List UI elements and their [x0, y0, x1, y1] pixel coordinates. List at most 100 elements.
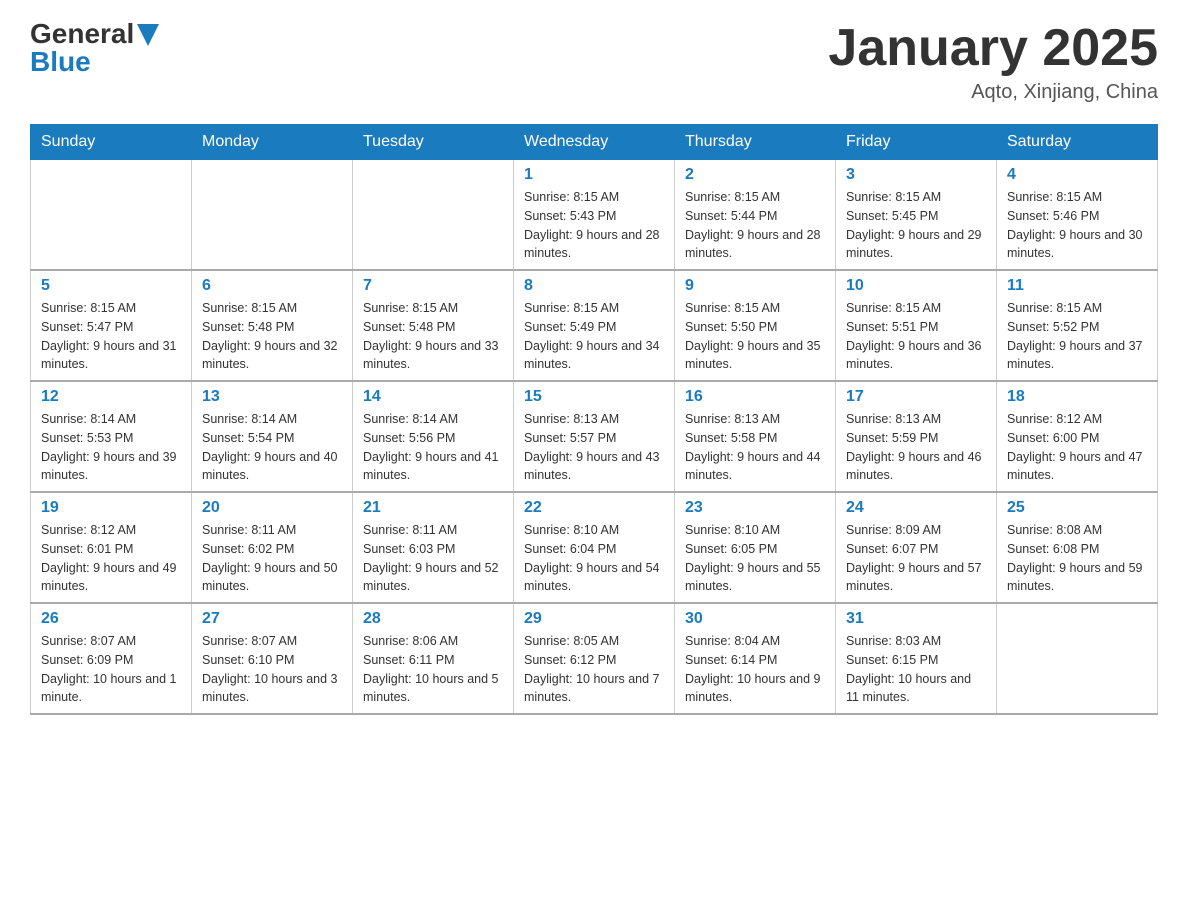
day-number: 14	[363, 388, 503, 406]
day-number: 18	[1007, 388, 1147, 406]
day-info: Sunrise: 8:08 AMSunset: 6:08 PMDaylight:…	[1007, 521, 1147, 596]
calendar-cell	[192, 160, 353, 271]
day-number: 3	[846, 166, 986, 184]
day-number: 11	[1007, 277, 1147, 295]
calendar-cell: 29 Sunrise: 8:05 AMSunset: 6:12 PMDayligh…	[514, 603, 675, 714]
calendar-cell: 4 Sunrise: 8:15 AMSunset: 5:46 PMDaylight…	[997, 160, 1158, 271]
calendar-week-3: 12 Sunrise: 8:14 AMSunset: 5:53 PMDayligh…	[31, 381, 1158, 492]
day-info: Sunrise: 8:10 AMSunset: 6:05 PMDaylight:…	[685, 521, 825, 596]
day-number: 15	[524, 388, 664, 406]
day-number: 23	[685, 499, 825, 517]
day-number: 1	[524, 166, 664, 184]
logo-general-text: General	[30, 20, 134, 48]
calendar-cell: 12 Sunrise: 8:14 AMSunset: 5:53 PMDayligh…	[31, 381, 192, 492]
day-number: 12	[41, 388, 181, 406]
day-info: Sunrise: 8:15 AMSunset: 5:48 PMDaylight:…	[202, 299, 342, 374]
day-info: Sunrise: 8:06 AMSunset: 6:11 PMDaylight:…	[363, 632, 503, 707]
day-number: 20	[202, 499, 342, 517]
calendar-cell: 21Sunrise: 8:11 AMSunset: 6:03 PMDayligh…	[353, 492, 514, 603]
day-number: 9	[685, 277, 825, 295]
calendar-cell: 6 Sunrise: 8:15 AMSunset: 5:48 PMDaylight…	[192, 270, 353, 381]
calendar-cell: 16 Sunrise: 8:13 AMSunset: 5:58 PMDayligh…	[675, 381, 836, 492]
logo-blue-text: Blue	[30, 48, 159, 76]
calendar-cell: 11Sunrise: 8:15 AMSunset: 5:52 PMDayligh…	[997, 270, 1158, 381]
calendar-cell: 25 Sunrise: 8:08 AMSunset: 6:08 PMDayligh…	[997, 492, 1158, 603]
calendar-cell	[997, 603, 1158, 714]
day-info: Sunrise: 8:14 AMSunset: 5:53 PMDaylight:…	[41, 410, 181, 485]
day-info: Sunrise: 8:04 AMSunset: 6:14 PMDaylight:…	[685, 632, 825, 707]
day-number: 4	[1007, 166, 1147, 184]
calendar-cell: 14 Sunrise: 8:14 AMSunset: 5:56 PMDayligh…	[353, 381, 514, 492]
day-info: Sunrise: 8:15 AMSunset: 5:47 PMDaylight:…	[41, 299, 181, 374]
day-number: 19	[41, 499, 181, 517]
calendar-cell: 30 Sunrise: 8:04 AMSunset: 6:14 PMDayligh…	[675, 603, 836, 714]
day-info: Sunrise: 8:15 AMSunset: 5:51 PMDaylight:…	[846, 299, 986, 374]
day-number: 24	[846, 499, 986, 517]
day-info: Sunrise: 8:12 AMSunset: 6:01 PMDaylight:…	[41, 521, 181, 596]
day-number: 7	[363, 277, 503, 295]
col-sunday: Sunday	[31, 125, 192, 160]
day-info: Sunrise: 8:05 AMSunset: 6:12 PMDaylight:…	[524, 632, 664, 707]
calendar-cell: 1 Sunrise: 8:15 AMSunset: 5:43 PMDaylight…	[514, 160, 675, 271]
day-info: Sunrise: 8:13 AMSunset: 5:59 PMDaylight:…	[846, 410, 986, 485]
day-number: 29	[524, 610, 664, 628]
day-info: Sunrise: 8:14 AMSunset: 5:54 PMDaylight:…	[202, 410, 342, 485]
day-number: 8	[524, 277, 664, 295]
calendar-cell: 2 Sunrise: 8:15 AMSunset: 5:44 PMDaylight…	[675, 160, 836, 271]
day-info: Sunrise: 8:11 AMSunset: 6:02 PMDaylight:…	[202, 521, 342, 596]
calendar-week-1: 1 Sunrise: 8:15 AMSunset: 5:43 PMDaylight…	[31, 160, 1158, 271]
calendar-cell: 20 Sunrise: 8:11 AMSunset: 6:02 PMDayligh…	[192, 492, 353, 603]
day-number: 26	[41, 610, 181, 628]
day-info: Sunrise: 8:07 AMSunset: 6:10 PMDaylight:…	[202, 632, 342, 707]
day-info: Sunrise: 8:15 AMSunset: 5:43 PMDaylight:…	[524, 188, 664, 263]
day-number: 16	[685, 388, 825, 406]
calendar-cell: 17 Sunrise: 8:13 AMSunset: 5:59 PMDayligh…	[836, 381, 997, 492]
day-info: Sunrise: 8:13 AMSunset: 5:57 PMDaylight:…	[524, 410, 664, 485]
day-info: Sunrise: 8:10 AMSunset: 6:04 PMDaylight:…	[524, 521, 664, 596]
calendar-cell	[31, 160, 192, 271]
col-tuesday: Tuesday	[353, 125, 514, 160]
col-friday: Friday	[836, 125, 997, 160]
calendar-cell: 5Sunrise: 8:15 AMSunset: 5:47 PMDaylight…	[31, 270, 192, 381]
col-thursday: Thursday	[675, 125, 836, 160]
calendar-cell	[353, 160, 514, 271]
calendar-cell: 10 Sunrise: 8:15 AMSunset: 5:51 PMDayligh…	[836, 270, 997, 381]
calendar-body: 1 Sunrise: 8:15 AMSunset: 5:43 PMDaylight…	[31, 160, 1158, 715]
calendar-header: Sunday Monday Tuesday Wednesday Thursday…	[31, 125, 1158, 160]
day-info: Sunrise: 8:14 AMSunset: 5:56 PMDaylight:…	[363, 410, 503, 485]
calendar-cell: 3 Sunrise: 8:15 AMSunset: 5:45 PMDaylight…	[836, 160, 997, 271]
calendar-cell: 24Sunrise: 8:09 AMSunset: 6:07 PMDayligh…	[836, 492, 997, 603]
calendar-cell: 9 Sunrise: 8:15 AMSunset: 5:50 PMDaylight…	[675, 270, 836, 381]
day-info: Sunrise: 8:15 AMSunset: 5:44 PMDaylight:…	[685, 188, 825, 263]
calendar-cell: 13 Sunrise: 8:14 AMSunset: 5:54 PMDayligh…	[192, 381, 353, 492]
day-info: Sunrise: 8:13 AMSunset: 5:58 PMDaylight:…	[685, 410, 825, 485]
day-number: 6	[202, 277, 342, 295]
day-info: Sunrise: 8:15 AMSunset: 5:49 PMDaylight:…	[524, 299, 664, 374]
day-number: 22	[524, 499, 664, 517]
day-info: Sunrise: 8:03 AMSunset: 6:15 PMDaylight:…	[846, 632, 986, 707]
day-info: Sunrise: 8:15 AMSunset: 5:45 PMDaylight:…	[846, 188, 986, 263]
day-number: 27	[202, 610, 342, 628]
calendar-cell: 19 Sunrise: 8:12 AMSunset: 6:01 PMDayligh…	[31, 492, 192, 603]
day-number: 2	[685, 166, 825, 184]
day-number: 10	[846, 277, 986, 295]
page-header: General Blue January 2025 Aqto, Xinjiang…	[30, 20, 1158, 104]
day-number: 25	[1007, 499, 1147, 517]
day-info: Sunrise: 8:07 AMSunset: 6:09 PMDaylight:…	[41, 632, 181, 707]
calendar-cell: 26 Sunrise: 8:07 AMSunset: 6:09 PMDayligh…	[31, 603, 192, 714]
col-saturday: Saturday	[997, 125, 1158, 160]
calendar-cell: 31Sunrise: 8:03 AMSunset: 6:15 PMDayligh…	[836, 603, 997, 714]
calendar-cell: 7Sunrise: 8:15 AMSunset: 5:48 PMDaylight…	[353, 270, 514, 381]
calendar-cell: 8 Sunrise: 8:15 AMSunset: 5:49 PMDaylight…	[514, 270, 675, 381]
calendar-table: Sunday Monday Tuesday Wednesday Thursday…	[30, 124, 1158, 715]
day-info: Sunrise: 8:15 AMSunset: 5:46 PMDaylight:…	[1007, 188, 1147, 263]
col-monday: Monday	[192, 125, 353, 160]
day-number: 17	[846, 388, 986, 406]
day-number: 13	[202, 388, 342, 406]
day-number: 30	[685, 610, 825, 628]
day-number: 21	[363, 499, 503, 517]
day-info: Sunrise: 8:15 AMSunset: 5:50 PMDaylight:…	[685, 299, 825, 374]
title-block: January 2025 Aqto, Xinjiang, China	[828, 20, 1158, 104]
calendar-cell: 15 Sunrise: 8:13 AMSunset: 5:57 PMDayligh…	[514, 381, 675, 492]
logo: General Blue	[30, 20, 159, 76]
